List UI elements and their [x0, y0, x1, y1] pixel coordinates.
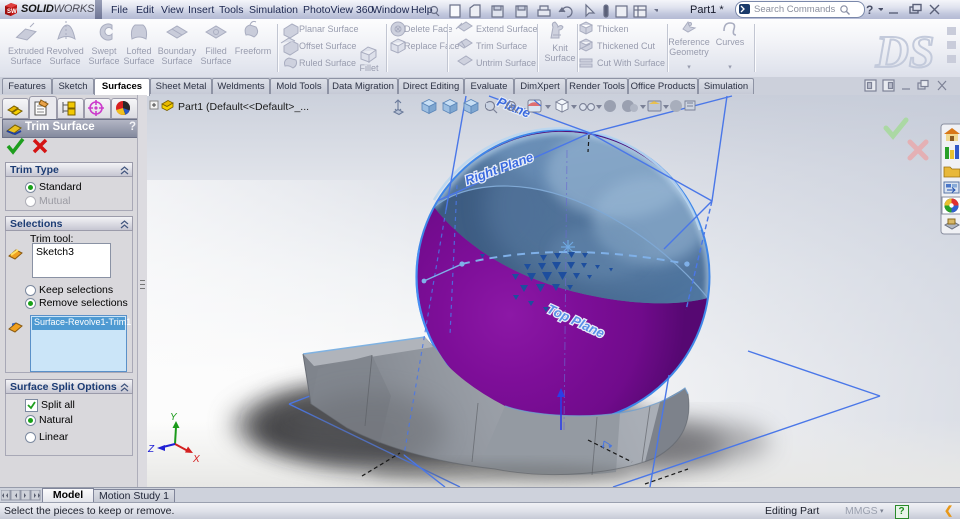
svg-text:Replace Face: Replace Face — [404, 41, 460, 51]
svg-text:Z: Z — [147, 444, 155, 455]
svg-text:Part1 (Default<<Default>_...: Part1 (Default<<Default>_... — [178, 101, 309, 113]
svg-text:Geometry: Geometry — [669, 47, 709, 57]
svg-text:Fillet: Fillet — [359, 63, 379, 73]
svg-text:Planar Surface: Planar Surface — [299, 24, 359, 34]
svg-text:?: ? — [866, 3, 873, 16]
svg-text:DS: DS — [875, 26, 935, 77]
svg-text:Offset Surface: Offset Surface — [299, 41, 356, 51]
svg-text:Cut With Surface: Cut With Surface — [597, 58, 665, 68]
svg-text:Curves: Curves — [716, 37, 745, 47]
svg-text:X: X — [192, 454, 200, 465]
svg-text:▾: ▾ — [687, 64, 691, 71]
svg-text:Reference: Reference — [668, 37, 710, 47]
svg-text:SW: SW — [7, 9, 17, 15]
svg-text:▾: ▾ — [728, 64, 732, 71]
svg-text:Thickened Cut: Thickened Cut — [597, 41, 656, 51]
svg-text:Extend Surface: Extend Surface — [476, 24, 538, 34]
svg-text:Untrim Surface: Untrim Surface — [476, 58, 536, 68]
svg-text:Ruled Surface: Ruled Surface — [299, 58, 356, 68]
svg-text:Delete Face: Delete Face — [404, 24, 453, 34]
svg-text:Surface: Surface — [544, 53, 575, 63]
svg-text:Knit: Knit — [552, 43, 568, 53]
svg-text:Thicken: Thicken — [597, 24, 629, 34]
svg-text:Trim Surface: Trim Surface — [476, 41, 527, 51]
